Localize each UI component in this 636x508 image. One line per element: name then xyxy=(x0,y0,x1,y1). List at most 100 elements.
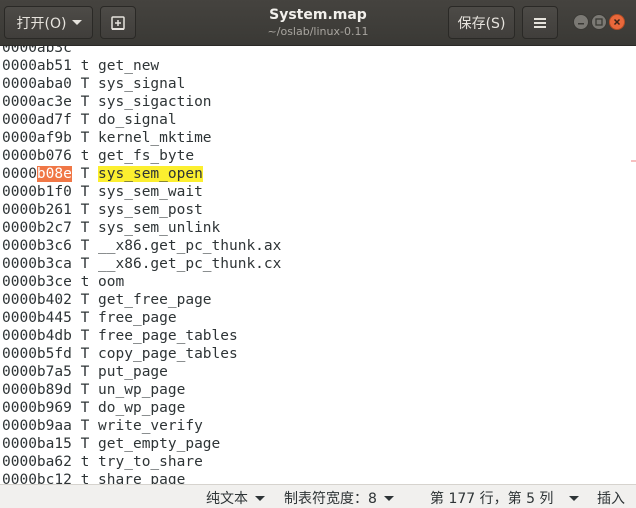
symbol-address: 0000b9aa xyxy=(2,418,72,434)
symbol-name: do_wp_page xyxy=(98,400,186,416)
symbol-type: T xyxy=(80,238,90,254)
editor-line: 0000ac3e T sys_sigaction xyxy=(2,93,281,111)
new-document-icon xyxy=(111,15,125,30)
symbol-name: free_page xyxy=(98,310,177,326)
hamburger-menu-button[interactable] xyxy=(522,6,558,39)
hamburger-icon xyxy=(534,17,546,28)
open-button-label: 打开(O) xyxy=(16,15,67,32)
insert-mode-indicator[interactable]: 插入 xyxy=(597,488,625,508)
symbol-type: T xyxy=(80,364,90,380)
symbol-type: T xyxy=(80,220,90,236)
symbol-type: T xyxy=(80,436,90,452)
symbol-address: 0000b3ca xyxy=(2,256,72,272)
language-selector[interactable]: 纯文本 xyxy=(206,488,265,508)
symbol-type: T xyxy=(80,184,90,200)
symbol-name: sys_sem_unlink xyxy=(98,220,221,236)
symbol-address: 0000b1f0 xyxy=(2,184,72,200)
editor-line: 0000b261 T sys_sem_post xyxy=(2,201,281,219)
editor-line: 0000b2c7 T sys_sem_unlink xyxy=(2,219,281,237)
symbol-type: T xyxy=(80,328,90,344)
insert-mode-label: 插入 xyxy=(597,491,625,507)
cursor-position-selector[interactable]: 第 177 行，第 5 列 xyxy=(430,488,580,508)
symbol-type: T xyxy=(80,418,90,434)
symbol-type: T xyxy=(80,76,90,92)
symbol-name: oom xyxy=(98,274,125,290)
editor-line: 0000b08e T sys_sem_open xyxy=(2,165,281,183)
symbol-type: T xyxy=(80,256,90,272)
symbol-address: 0000b3ce xyxy=(2,274,72,290)
symbol-address: 0000ab3c xyxy=(2,46,72,56)
symbol-name: try_to_share xyxy=(98,454,203,470)
symbol-name: kernel_mktime xyxy=(98,130,212,146)
symbol-type: t xyxy=(80,58,90,74)
symbol-address: 0000b89d xyxy=(2,382,72,398)
symbol-address: 0000ba15 xyxy=(2,436,72,452)
close-button[interactable] xyxy=(609,14,625,30)
symbol-type: T xyxy=(80,202,90,218)
tab-width-selector[interactable]: 制表符宽度：8 xyxy=(284,488,394,508)
symbol-name: sys_sigaction xyxy=(98,94,212,110)
editor-line: 0000b969 T do_wp_page xyxy=(2,399,281,417)
symbol-address: 0000b076 xyxy=(2,148,72,164)
address-prefix: 0000 xyxy=(2,166,37,182)
maximize-button[interactable] xyxy=(591,14,607,30)
symbol-type: t xyxy=(80,148,90,164)
text-editor[interactable]: 0000ab3c 0000ab51 t get_new 0000aba0 T sys… xyxy=(0,46,636,484)
symbol-address: 0000b7a5 xyxy=(2,364,72,380)
editor-line: 0000b4db T free_page_tables xyxy=(2,327,281,345)
symbol-name: sys_sem_open xyxy=(98,166,203,182)
editor-line: 0000b3c6 T __x86.get_pc_thunk.ax xyxy=(2,237,281,255)
editor-line: 0000b445 T free_page xyxy=(2,309,281,327)
editor-line: 0000b3ce t oom xyxy=(2,273,281,291)
symbol-type: t xyxy=(80,472,90,484)
overview-marker xyxy=(631,160,636,162)
editor-line: 0000ba15 T get_empty_page xyxy=(2,435,281,453)
symbol-address: 0000b2c7 xyxy=(2,220,72,236)
open-button[interactable]: 打开(O) xyxy=(4,6,93,39)
symbol-name: get_empty_page xyxy=(98,436,221,452)
symbol-name: get_fs_byte xyxy=(98,148,195,164)
chevron-down-icon xyxy=(569,495,580,501)
window-title: System.map xyxy=(269,7,367,23)
editor-line: 0000ad7f T do_signal xyxy=(2,111,281,129)
symbol-name: write_verify xyxy=(98,418,203,434)
editor-line: 0000ab3c xyxy=(2,46,281,57)
symbol-address: 0000aba0 xyxy=(2,76,72,92)
editor-lines: 0000ab3c 0000ab51 t get_new 0000aba0 T sys… xyxy=(2,46,281,484)
symbol-name: get_free_page xyxy=(98,292,212,308)
editor-line: 0000b1f0 T sys_sem_wait xyxy=(2,183,281,201)
cursor-position-label: 第 177 行，第 5 列 xyxy=(430,491,554,507)
symbol-name: get_new xyxy=(98,58,160,74)
symbol-name: sys_signal xyxy=(98,76,186,92)
symbol-address: 0000b402 xyxy=(2,292,72,308)
symbol-type: T xyxy=(80,382,90,398)
tab-width-label: 制表符宽度：8 xyxy=(284,491,377,507)
symbol-name: sys_sem_post xyxy=(98,202,203,218)
new-tab-button[interactable] xyxy=(100,6,136,39)
minimize-button[interactable] xyxy=(573,14,589,30)
editor-line: 0000ab51 t get_new xyxy=(2,57,281,75)
symbol-type: T xyxy=(80,310,90,326)
status-bar: 纯文本 制表符宽度：8 第 177 行，第 5 列 插入 xyxy=(0,484,636,508)
symbol-type: T xyxy=(80,112,90,128)
save-button[interactable]: 保存(S) xyxy=(448,6,515,39)
symbol-address: 0000ba62 xyxy=(2,454,72,470)
symbol-type: t xyxy=(80,454,90,470)
symbol-type: T xyxy=(80,130,90,146)
symbol-address: 0000ab51 xyxy=(2,58,72,74)
language-label: 纯文本 xyxy=(206,491,248,507)
editor-line: 0000b89d T un_wp_page xyxy=(2,381,281,399)
symbol-address: 0000ac3e xyxy=(2,94,72,110)
symbol-type: t xyxy=(80,274,90,290)
symbol-name: do_signal xyxy=(98,112,177,128)
symbol-name: copy_page_tables xyxy=(98,346,238,362)
symbol-address: 0000bc12 xyxy=(2,472,72,484)
symbol-address: 0000ad7f xyxy=(2,112,72,128)
minimize-icon xyxy=(578,23,584,25)
close-icon xyxy=(613,18,621,26)
symbol-name: un_wp_page xyxy=(98,382,186,398)
window-subtitle: ~/oslab/linux-0.11 xyxy=(267,25,369,38)
editor-line: 0000aba0 T sys_signal xyxy=(2,75,281,93)
editor-line: 0000af9b T kernel_mktime xyxy=(2,129,281,147)
symbol-name: sys_sem_wait xyxy=(98,184,203,200)
